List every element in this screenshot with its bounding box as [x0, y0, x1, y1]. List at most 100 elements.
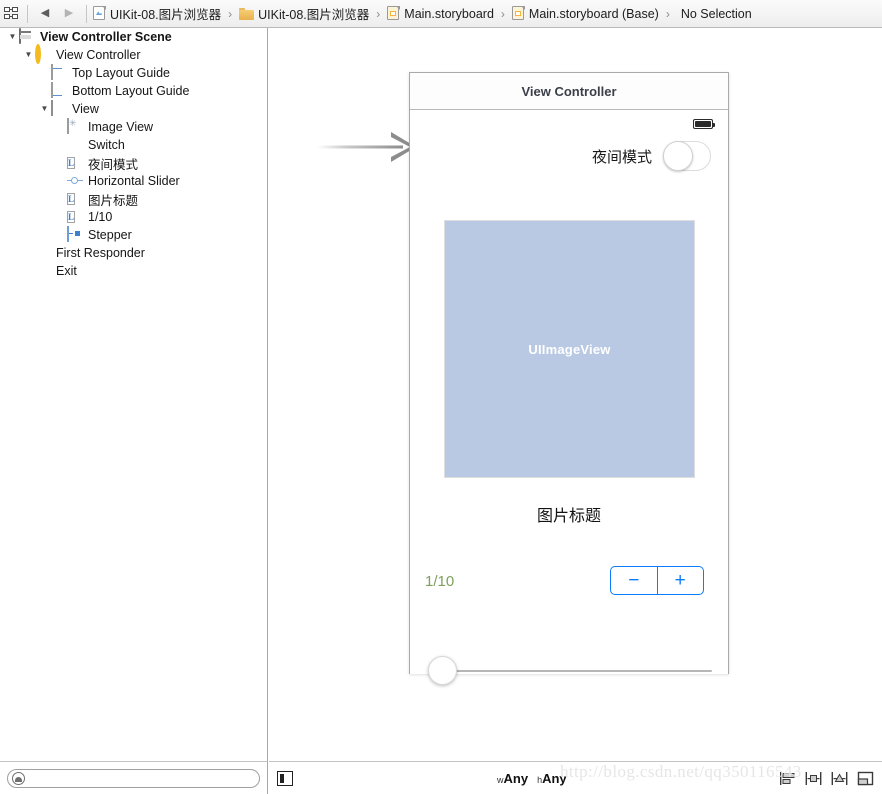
breadcrumb-storyboard-base[interactable]: Main.storyboard (Base): [511, 4, 660, 24]
outline-item-stepper[interactable]: ▼ Stepper: [0, 226, 267, 244]
image-view[interactable]: UIImageView: [444, 220, 695, 478]
outline-item-label: Stepper: [88, 228, 132, 242]
stepper-decrement-button[interactable]: −: [611, 567, 657, 594]
outline-item-label: View: [72, 102, 99, 116]
breadcrumb-separator: ›: [500, 6, 505, 21]
initial-view-controller-arrow-icon: [317, 131, 417, 163]
breadcrumb-storyboard-label: Main.storyboard: [404, 6, 494, 21]
back-arrow-icon[interactable]: ◀: [33, 8, 57, 19]
outline-item-image-view[interactable]: ▼ Image View: [0, 118, 267, 136]
related-items-icon[interactable]: [0, 5, 22, 23]
size-class-width-value: Any: [503, 770, 529, 786]
outline-item-night-mode-label[interactable]: ▼ L 夜间模式: [0, 154, 267, 172]
outline-item-label: View Controller: [56, 48, 141, 62]
embed-in-icon[interactable]: [857, 771, 874, 786]
size-class-indicator[interactable]: w Any h Any: [497, 771, 576, 786]
night-mode-label: 夜间模式: [591, 147, 652, 166]
pin-icon[interactable]: [805, 771, 822, 786]
horizontal-slider[interactable]: [428, 656, 712, 686]
document-outline-panel: ▼ View Controller Scene ▼ View Controlle…: [0, 28, 268, 761]
outline-item-top-layout-guide[interactable]: ▼ Top Layout Guide: [0, 64, 267, 82]
outline-item-exit[interactable]: ▼ Exit: [0, 262, 267, 280]
outline-footer-bar: [0, 761, 268, 794]
outline-item-horizontal-slider[interactable]: ▼ Horizontal Slider: [0, 172, 267, 190]
breadcrumb-separator: ›: [665, 6, 670, 21]
breadcrumb-storyboard-base-label: Main.storyboard (Base): [528, 6, 659, 21]
breadcrumb-project[interactable]: UIKit-08.图片浏览器: [92, 4, 222, 24]
breadcrumb-project-label: UIKit-08.图片浏览器: [110, 8, 222, 22]
stepper-increment-button[interactable]: +: [657, 567, 703, 594]
breadcrumb-folder[interactable]: UIKit-08.图片浏览器: [238, 4, 370, 24]
switch-icon: [67, 137, 83, 153]
canvas-footer-bar: w Any h Any: [269, 761, 882, 794]
disclosure-triangle[interactable]: ▼: [6, 28, 19, 46]
slider-thumb[interactable]: [428, 656, 457, 685]
image-view-placeholder-label: UIImageView: [528, 341, 611, 357]
outline-item-view[interactable]: ▼ View: [0, 100, 267, 118]
outline-item-label: Horizontal Slider: [88, 174, 180, 188]
resolve-auto-layout-icon[interactable]: [831, 771, 848, 786]
caption-label[interactable]: 图片标题: [410, 502, 728, 526]
view-controller-view[interactable]: 夜间模式 UIImageView 图片标题 1/10 − +: [410, 110, 728, 685]
folder-icon: [239, 7, 255, 20]
night-mode-switch[interactable]: [663, 141, 711, 171]
slider-icon: [67, 173, 83, 189]
exit-icon: [35, 263, 51, 279]
scene-title-bar: View Controller: [410, 73, 728, 110]
bottom-layout-guide-icon: [51, 82, 67, 99]
auto-layout-toolbar: [779, 771, 874, 786]
first-responder-icon: [35, 245, 51, 261]
outline-item-bottom-layout-guide[interactable]: ▼ Bottom Layout Guide: [0, 82, 267, 100]
scene-icon: [19, 28, 35, 45]
outline-item-label: First Responder: [56, 246, 145, 260]
disclosure-triangle[interactable]: ▼: [22, 46, 35, 64]
outline-item-label: View Controller Scene: [40, 30, 172, 44]
storyboard-canvas[interactable]: View Controller 夜间模式 UIImageView 图片标题 1/…: [269, 28, 882, 761]
outline-item-label: Exit: [56, 264, 77, 278]
outline-filter-field[interactable]: [7, 768, 260, 788]
forward-arrow-icon[interactable]: ▶: [57, 8, 81, 19]
slider-track[interactable]: [440, 670, 712, 672]
outline-item-label: Bottom Layout Guide: [72, 84, 190, 98]
view-controller-icon: [35, 44, 51, 64]
top-layout-guide-icon: [51, 64, 67, 81]
outline-item-label: Image View: [88, 120, 154, 134]
stepper-icon: [67, 226, 83, 243]
switch-thumb[interactable]: [663, 141, 693, 171]
stepper-control[interactable]: − +: [610, 566, 704, 595]
scene-title: View Controller: [521, 83, 617, 99]
breadcrumb-separator: ›: [376, 6, 381, 21]
counter-label[interactable]: 1/10: [425, 573, 454, 590]
outline-filter-input[interactable]: [25, 770, 259, 786]
image-view-icon: [67, 118, 83, 135]
label-icon: L: [67, 211, 76, 223]
document-outline-toggle-icon[interactable]: [277, 770, 293, 786]
outline-item-view-controller-scene[interactable]: ▼ View Controller Scene: [0, 28, 267, 46]
label-icon: L: [67, 157, 76, 169]
outline-item-label: 图片标题: [88, 193, 139, 208]
disclosure-triangle[interactable]: ▼: [38, 100, 51, 118]
filter-icon: [12, 771, 25, 785]
night-mode-row: 夜间模式: [592, 141, 711, 171]
breadcrumb-selection[interactable]: No Selection: [676, 4, 753, 24]
project-icon: [93, 6, 106, 21]
breadcrumb-separator: ›: [228, 6, 233, 21]
outline-item-first-responder[interactable]: ▼ First Responder: [0, 244, 267, 262]
breadcrumb-storyboard[interactable]: Main.storyboard: [386, 4, 495, 24]
outline-item-caption-label[interactable]: ▼ L 图片标题: [0, 190, 267, 208]
outline-item-label: 1/10: [88, 210, 113, 224]
jump-bar-divider-2: [86, 4, 87, 23]
storyboard-icon: [511, 6, 525, 21]
size-class-height-value: Any: [542, 770, 567, 786]
align-icon[interactable]: [779, 771, 796, 786]
breadcrumb-folder-label: UIKit-08.图片浏览器: [258, 8, 370, 22]
outline-item-view-controller[interactable]: ▼ View Controller: [0, 44, 267, 64]
outline-item-switch[interactable]: ▼ Switch: [0, 136, 267, 154]
jump-bar: ◀ ▶ UIKit-08.图片浏览器 › UIKit-08.图片浏览器 › Ma…: [0, 0, 882, 28]
jump-bar-divider-1: [27, 4, 28, 23]
outline-item-counter-label[interactable]: ▼ L 1/10: [0, 208, 267, 226]
outline-item-label: 夜间模式: [88, 157, 139, 172]
label-icon: L: [67, 193, 76, 205]
view-controller-scene-frame[interactable]: View Controller 夜间模式 UIImageView 图片标题 1/…: [409, 72, 729, 685]
outline-item-label: Switch: [88, 138, 125, 152]
